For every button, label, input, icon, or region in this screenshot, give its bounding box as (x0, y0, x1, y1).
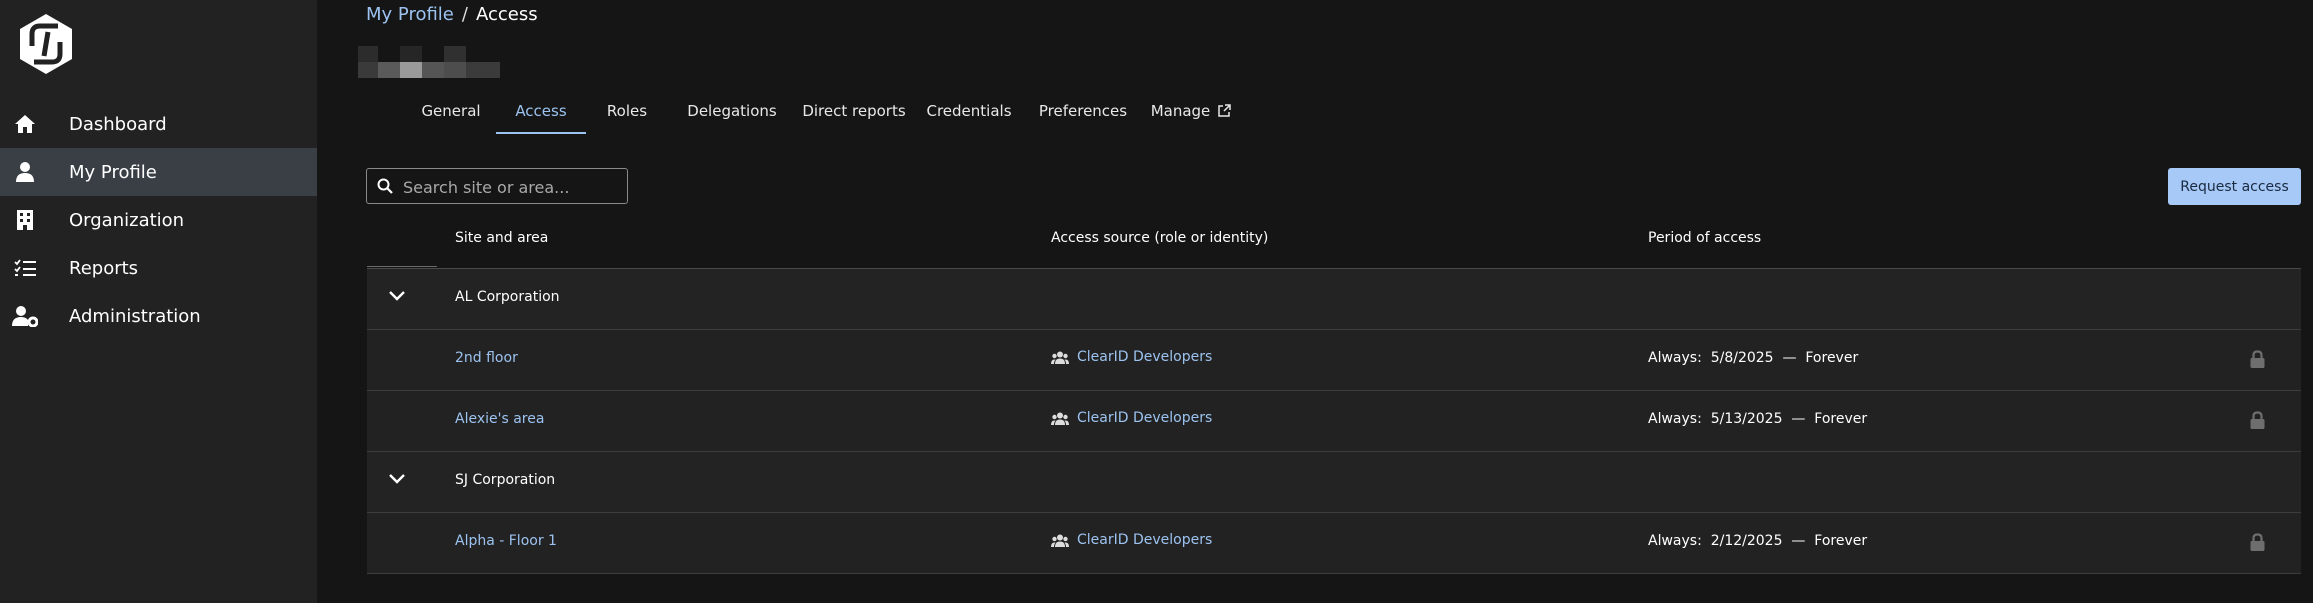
sidebar-item-reports[interactable]: Reports (0, 244, 317, 292)
group-name: AL Corporation (455, 289, 560, 305)
tab-delegations[interactable]: Delegations (683, 98, 781, 134)
users-group-icon (1051, 534, 1069, 547)
tab-manage-label: Manage (1150, 102, 1211, 120)
breadcrumb-separator: / (461, 4, 468, 25)
chevron-down-icon[interactable] (389, 474, 405, 484)
access-source-link[interactable]: ClearID Developers (1077, 532, 1212, 548)
search-icon (377, 178, 393, 194)
site-link[interactable]: Alpha - Floor 1 (455, 533, 557, 549)
access-source-link[interactable]: ClearID Developers (1077, 349, 1212, 365)
period-of-access: Always: 5/13/2025 — Forever (1648, 411, 1868, 427)
tab-manage[interactable]: Manage (1141, 98, 1241, 134)
user-icon (12, 160, 38, 184)
table-row: 2nd floor ClearID Developers Always: 5/8… (367, 330, 2301, 391)
column-header-site[interactable]: Site and area (455, 230, 548, 246)
table-row: Alexie's area ClearID Developers Always:… (367, 391, 2301, 452)
tab-direct-reports[interactable]: Direct reports (795, 98, 913, 134)
column-header-period[interactable]: Period of access (1648, 230, 1761, 246)
breadcrumb-parent-link[interactable]: My Profile (366, 4, 454, 25)
search-box[interactable] (366, 168, 628, 205)
breadcrumb-current: Access (475, 4, 538, 25)
redacted-profile-name (358, 46, 500, 78)
access-source: ClearID Developers (1051, 349, 1212, 365)
app-logo-icon[interactable] (14, 12, 78, 76)
checklist-icon (12, 256, 38, 280)
column-header-source[interactable]: Access source (role or identity) (1051, 230, 1268, 246)
sidebar: Dashboard My Profile Organization Report… (0, 0, 317, 603)
sidebar-item-label: My Profile (69, 161, 157, 183)
search-input[interactable] (401, 169, 627, 205)
tab-credentials[interactable]: Credentials (920, 98, 1018, 134)
access-source: ClearID Developers (1051, 410, 1212, 426)
users-group-icon (1051, 351, 1069, 364)
sidebar-item-label: Organization (69, 209, 185, 231)
access-source: ClearID Developers (1051, 532, 1212, 548)
tab-preferences[interactable]: Preferences (1031, 98, 1135, 134)
lock-icon (2250, 533, 2265, 551)
site-link[interactable]: 2nd floor (455, 350, 518, 366)
tab-roles[interactable]: Roles (592, 98, 662, 134)
access-source-link[interactable]: ClearID Developers (1077, 410, 1212, 426)
sidebar-item-administration[interactable]: Administration (0, 292, 317, 340)
users-group-icon (1051, 412, 1069, 425)
home-icon (12, 112, 38, 136)
sidebar-item-label: Reports (69, 257, 139, 279)
sidebar-item-label: Administration (69, 305, 201, 327)
tab-general[interactable]: General (396, 98, 506, 134)
building-icon (12, 208, 38, 232)
table-row: Alpha - Floor 1 ClearID Developers Alway… (367, 513, 2301, 574)
external-link-icon (1218, 104, 1232, 117)
group-row[interactable]: AL Corporation (367, 269, 2301, 330)
chevron-down-icon[interactable] (389, 291, 405, 301)
user-gear-icon (12, 304, 38, 328)
lock-icon (2250, 411, 2265, 429)
sidebar-item-label: Dashboard (69, 113, 167, 135)
header-divider-accent (367, 266, 437, 267)
group-name: SJ Corporation (455, 472, 556, 488)
sidebar-item-organization[interactable]: Organization (0, 196, 317, 244)
site-link[interactable]: Alexie's area (455, 411, 544, 427)
sidebar-item-my-profile[interactable]: My Profile (0, 148, 317, 196)
lock-icon (2250, 350, 2265, 368)
sidebar-item-dashboard[interactable]: Dashboard (0, 100, 317, 148)
group-row[interactable]: SJ Corporation (367, 452, 2301, 513)
period-of-access: Always: 2/12/2025 — Forever (1648, 533, 1868, 549)
table-header: Site and area Access source (role or ide… (367, 216, 2301, 269)
tab-access[interactable]: Access (496, 98, 586, 134)
breadcrumb: My Profile / Access (366, 4, 538, 25)
request-access-button[interactable]: Request access (2168, 168, 2301, 205)
period-of-access: Always: 5/8/2025 — Forever (1648, 350, 1859, 366)
